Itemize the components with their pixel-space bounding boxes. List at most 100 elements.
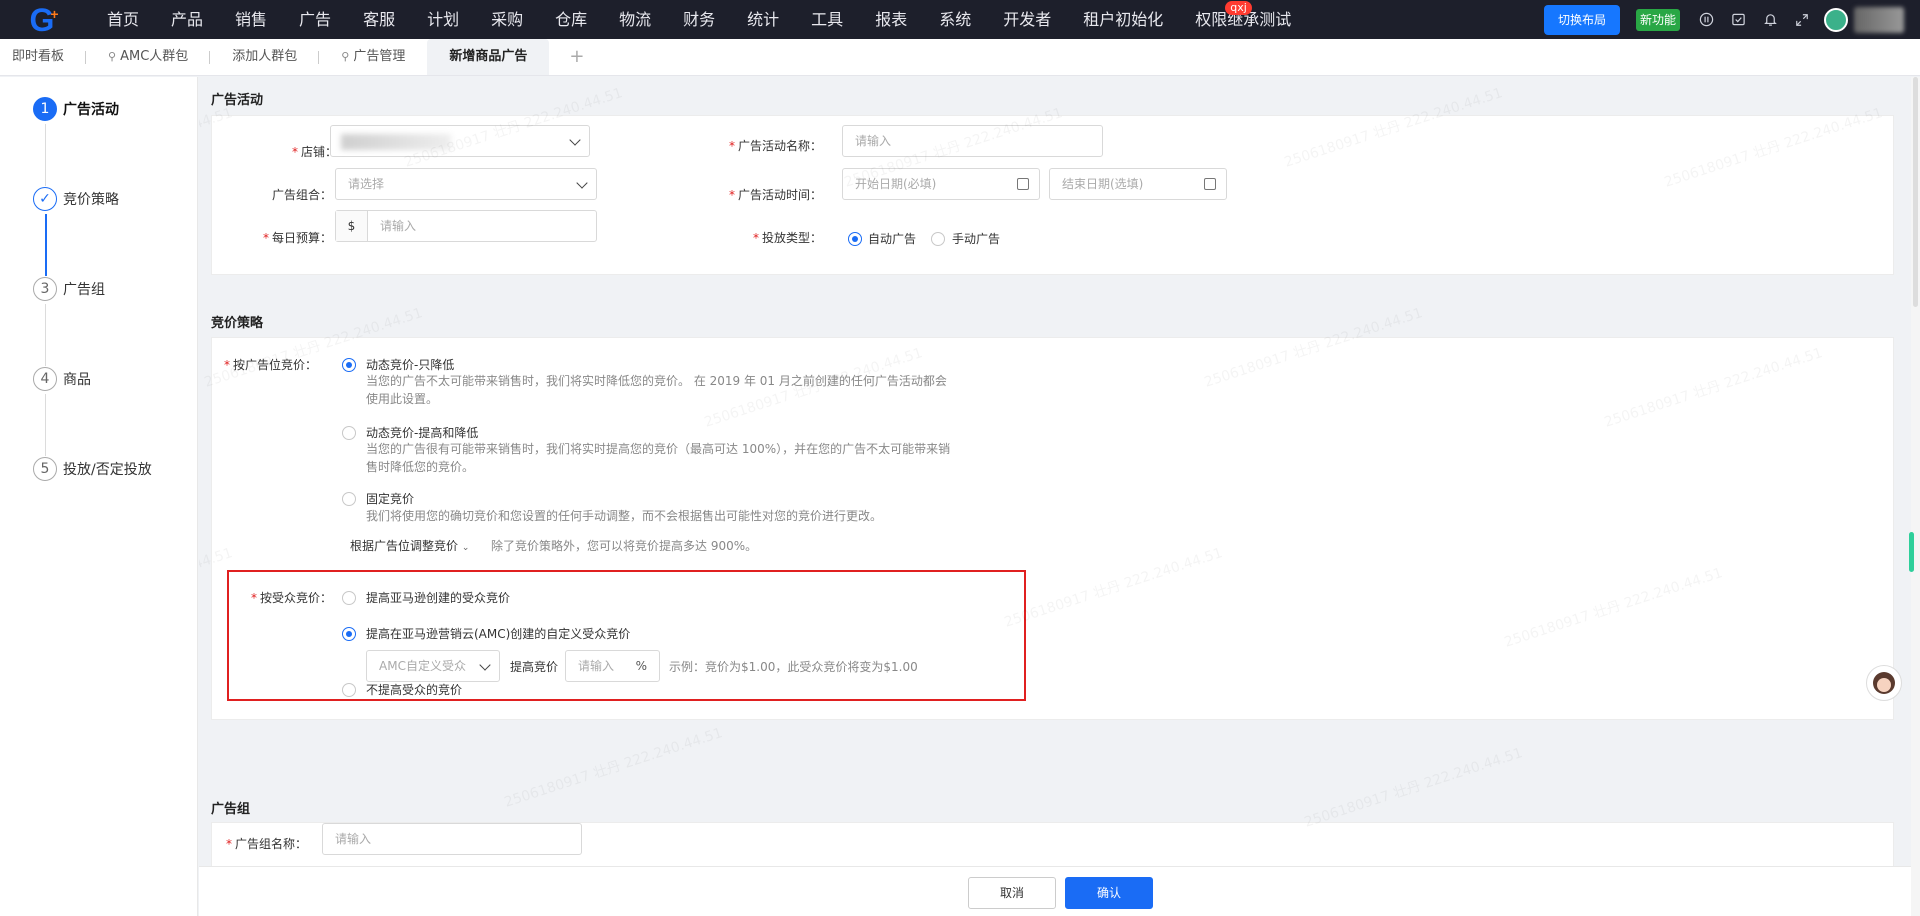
nav-developer[interactable]: 开发者 bbox=[987, 0, 1067, 39]
raise-bid-input[interactable]: 请输入% bbox=[565, 650, 660, 682]
end-date-input[interactable]: 结束日期(选填) bbox=[1049, 168, 1227, 200]
side-drawer-handle[interactable] bbox=[1909, 532, 1914, 572]
required-mark: * bbox=[262, 231, 269, 245]
nav-plan[interactable]: 计划 bbox=[411, 0, 475, 39]
task-check-icon[interactable] bbox=[1722, 0, 1754, 39]
chevron-down-icon bbox=[569, 134, 581, 146]
nav-products[interactable]: 产品 bbox=[155, 0, 219, 39]
nav-warehouse[interactable]: 仓库 bbox=[539, 0, 603, 39]
portfolio-select[interactable]: 请选择 bbox=[335, 168, 597, 200]
switch-layout-button[interactable]: 切换布局 bbox=[1543, 4, 1620, 35]
adgroup-name-input[interactable]: 请输入 bbox=[322, 823, 582, 855]
nav-reports[interactable]: 报表 bbox=[859, 0, 923, 39]
daily-budget-label-text: 每日预算： bbox=[271, 231, 332, 245]
dynamic-down-title[interactable]: 动态竞价-只降低 bbox=[366, 356, 454, 373]
user-badge: qxj bbox=[1225, 1, 1252, 15]
required-mark: * bbox=[752, 231, 759, 245]
campaign-card: * 店铺： * 广告活动名称： 请输入 广告组合： 请选择 * 广告活动时间： 开始日… bbox=[211, 115, 1894, 275]
no-raise-radio[interactable] bbox=[342, 683, 356, 697]
daily-budget-input[interactable]: $ 请输入 bbox=[335, 210, 597, 242]
end-date-placeholder: 结束日期(选填) bbox=[1062, 177, 1144, 191]
amc-audience-radio[interactable] bbox=[342, 627, 356, 641]
auto-targeting-label[interactable]: 自动广告 bbox=[868, 230, 916, 247]
step-campaign[interactable]: 1 广告活动 bbox=[33, 97, 119, 121]
step-targeting[interactable]: 5 投放/否定投放 bbox=[33, 457, 152, 481]
store-label: * 店铺： bbox=[262, 143, 337, 160]
new-feature-button[interactable]: 新功能 bbox=[1635, 8, 1680, 31]
tab-amc-audience[interactable]: ⚲ AMC人群包 bbox=[86, 39, 211, 75]
step-number: 4 bbox=[33, 367, 57, 391]
adjust-note: 除了竞价策略外，您可以将竞价提高多达 900%。 bbox=[491, 539, 758, 553]
step-products[interactable]: 4 商品 bbox=[33, 367, 91, 391]
assistant-avatar-button[interactable] bbox=[1866, 665, 1902, 701]
amc-audience-select[interactable]: AMC自定义受众 bbox=[366, 650, 500, 682]
start-date-placeholder: 开始日期(必填) bbox=[855, 177, 937, 191]
nav-stats[interactable]: 统计 bbox=[731, 0, 795, 39]
nav-permission-test[interactable]: 权限继承测试 qxj bbox=[1179, 0, 1307, 39]
chevron-down-icon bbox=[479, 659, 491, 671]
fixed-bid-radio[interactable] bbox=[342, 492, 356, 506]
scrollbar-thumb[interactable] bbox=[1913, 77, 1918, 307]
step-connector bbox=[45, 304, 46, 366]
confirm-button[interactable]: 确认 bbox=[1065, 877, 1153, 909]
tab-add-audience[interactable]: 添加人群包 bbox=[210, 39, 320, 75]
cancel-button[interactable]: 取消 bbox=[968, 877, 1056, 909]
nav-tenant-init[interactable]: 租户初始化 bbox=[1067, 0, 1179, 39]
dynamic-up-down-title[interactable]: 动态竞价-提高和降低 bbox=[366, 424, 478, 441]
bell-icon[interactable] bbox=[1754, 0, 1786, 39]
pin-icon: ⚲ bbox=[341, 50, 350, 63]
step-label: 竞价策略 bbox=[63, 192, 119, 208]
nav-system[interactable]: 系统 bbox=[923, 0, 987, 39]
add-tab-button[interactable]: + bbox=[549, 39, 604, 75]
store-select[interactable] bbox=[330, 125, 590, 157]
adjust-by-placement-link[interactable]: 根据广告位调整竞价 ⌄ bbox=[350, 537, 469, 554]
tab-label: 新增商品广告 bbox=[449, 49, 528, 64]
amc-audience-select-value: AMC自定义受众 bbox=[379, 659, 466, 673]
tab-ad-management[interactable]: ⚲ 广告管理 bbox=[319, 39, 427, 75]
tab-new-product-ad[interactable]: 新增商品广告 bbox=[427, 39, 550, 75]
app-logo[interactable]: G + bbox=[14, 0, 74, 39]
amazon-audience-label[interactable]: 提高亚马逊创建的受众竞价 bbox=[366, 589, 510, 606]
amazon-audience-radio[interactable] bbox=[342, 591, 356, 605]
step-connector bbox=[45, 394, 46, 456]
bidding-card: * 按广告位竞价： 动态竞价-只降低 当您的广告不太可能带来销售时，我们将实时降低… bbox=[211, 337, 1894, 720]
nav-home[interactable]: 首页 bbox=[91, 0, 155, 39]
campaign-name-input[interactable]: 请输入 bbox=[842, 125, 1103, 157]
nav-ads[interactable]: 广告 bbox=[283, 0, 347, 39]
step-adgroup[interactable]: 3 广告组 bbox=[33, 277, 105, 301]
bid-example-text: 示例：竞价为$1.00，此受众竞价将变为$1.00 bbox=[669, 660, 918, 674]
fixed-bid-title[interactable]: 固定竞价 bbox=[366, 490, 414, 507]
step-number: 1 bbox=[33, 97, 57, 121]
dynamic-down-radio[interactable] bbox=[342, 358, 356, 372]
no-raise-label[interactable]: 不提高受众的竞价 bbox=[366, 681, 462, 698]
main-content: 广告活动 * 店铺： * 广告活动名称： 请输入 广告组合： 请选择 * 广告活动时间… bbox=[199, 77, 1911, 866]
adjust-by-placement-text: 根据广告位调整竞价 bbox=[350, 539, 459, 553]
page-scrollbar[interactable] bbox=[1911, 77, 1920, 916]
auto-targeting-radio[interactable] bbox=[848, 232, 862, 246]
campaign-time-label: * 广告活动时间： bbox=[712, 186, 822, 203]
dynamic-up-down-radio[interactable] bbox=[342, 426, 356, 440]
nav-purchase[interactable]: 采购 bbox=[475, 0, 539, 39]
username-blurred[interactable] bbox=[1854, 6, 1904, 33]
tab-dashboard[interactable]: 即时看板 bbox=[0, 39, 87, 75]
pin-icon: ⚲ bbox=[108, 50, 117, 63]
manual-targeting-radio[interactable] bbox=[931, 232, 945, 246]
nav-tools[interactable]: 工具 bbox=[795, 0, 859, 39]
pause-icon[interactable] bbox=[1690, 0, 1722, 39]
placement-bid-label-text: 按广告位竞价： bbox=[232, 358, 317, 372]
nav-sales[interactable]: 销售 bbox=[219, 0, 283, 39]
user-avatar[interactable] bbox=[1824, 7, 1848, 32]
amc-audience-label[interactable]: 提高在亚马逊营销云(AMC)创建的自定义受众竞价 bbox=[366, 625, 630, 642]
nav-finance[interactable]: 财务 bbox=[667, 0, 731, 39]
campaign-time-label-text: 广告活动时间： bbox=[737, 188, 822, 202]
raise-bid-label: 提高竞价 bbox=[510, 660, 559, 674]
start-date-input[interactable]: 开始日期(必填) bbox=[842, 168, 1040, 200]
logo-plus-icon: + bbox=[50, 5, 59, 22]
nav-service[interactable]: 客服 bbox=[347, 0, 411, 39]
tab-label: 广告管理 bbox=[353, 49, 406, 64]
fullscreen-icon[interactable] bbox=[1786, 0, 1818, 39]
nav-logistics[interactable]: 物流 bbox=[603, 0, 667, 39]
step-bidding[interactable]: ✓ 竞价策略 bbox=[33, 187, 119, 211]
step-connector-active bbox=[45, 214, 47, 276]
manual-targeting-label[interactable]: 手动广告 bbox=[952, 230, 1000, 247]
